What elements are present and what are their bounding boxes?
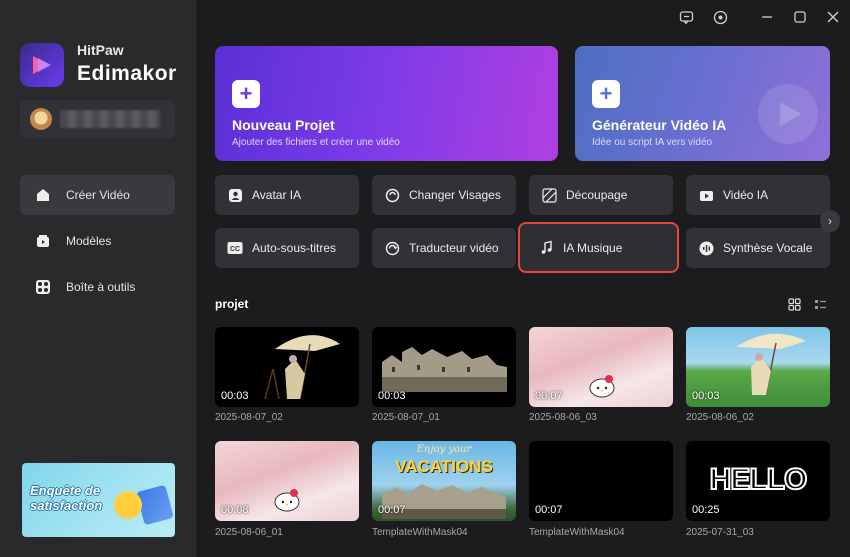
brand-name-line1: HitPaw [77, 42, 124, 58]
tool-changer-visages[interactable]: Changer Visages [372, 175, 516, 215]
project-name: 2025-08-06_02 [686, 412, 754, 423]
sidebar-item-toolbox[interactable]: Boîte à outils [20, 267, 175, 307]
plus-icon: + [232, 80, 260, 108]
sidebar-item-templates[interactable]: Modèles [20, 221, 175, 261]
ai-generator-subtitle: Idée ou script IA vers vidéo [592, 137, 713, 148]
avatar-icon [227, 187, 243, 203]
project-name: 2025-08-06_03 [529, 412, 597, 423]
new-project-title: Nouveau Projet [232, 117, 335, 133]
tool-label: Vidéo IA [723, 188, 769, 202]
music-icon [538, 240, 554, 256]
project-thumbnail[interactable]: Enjoy your VACATIONS 00:07 [372, 441, 516, 521]
heart-eyes-emoji-icon [114, 491, 142, 519]
translate-icon [384, 240, 400, 256]
play-decor-icon [758, 84, 818, 144]
project-name: 2025-08-06_01 [215, 527, 283, 538]
face-swap-icon [384, 187, 400, 203]
project-name: 2025-08-07_01 [372, 412, 440, 423]
project-name: 2025-08-07_02 [215, 412, 283, 423]
app-window: HitPaw Edimakor Créer Vidéo Modèles Boît… [0, 0, 850, 557]
banner-text: Enquête de satisfaction [30, 483, 103, 513]
tool-label: Découpage [566, 188, 628, 202]
voice-icon [698, 240, 714, 256]
grid-view-icon[interactable] [787, 297, 801, 311]
tool-decoupage[interactable]: Découpage [529, 175, 673, 215]
tool-label: Auto-sous-titres [252, 241, 337, 255]
cutout-icon [541, 187, 557, 203]
project-name: TemplateWithMask04 [529, 527, 625, 538]
duration-label: 00:07 [535, 390, 563, 402]
tool-ia-musique[interactable]: IA Musique [518, 222, 679, 273]
project-thumbnail[interactable]: 00:07 [529, 441, 673, 521]
sidebar-item-label: Boîte à outils [66, 280, 136, 294]
sidebar: HitPaw Edimakor Créer Vidéo Modèles Boît… [0, 0, 196, 557]
overlay-title-text: VACATIONS [395, 457, 493, 476]
overlay-title-text: HELLO [709, 462, 809, 497]
svg-text:CC: CC [230, 246, 240, 253]
hello-kitty-image [274, 489, 300, 512]
new-project-subtitle: Ajouter des fichiers et créer une vidéo [232, 137, 400, 148]
toolbox-icon [34, 278, 52, 296]
tool-label: Traducteur vidéo [409, 241, 499, 255]
tool-traducteur-video[interactable]: Traducteur vidéo [372, 228, 516, 268]
ai-video-generator-card[interactable]: + Générateur Vidéo IA Idée ou script IA … [575, 46, 830, 161]
hello-kitty-image [589, 375, 615, 398]
duration-label: 00:07 [378, 504, 406, 516]
minimize-icon[interactable] [759, 9, 775, 25]
duration-label: 00:03 [692, 390, 720, 402]
ai-generator-title: Générateur Vidéo IA [592, 117, 727, 133]
tool-label: Synthèse Vocale [723, 241, 813, 255]
projects-section-title: projet [215, 297, 249, 311]
duration-label: 00:07 [535, 504, 563, 516]
tool-label: Avatar IA [252, 188, 302, 202]
new-project-card[interactable]: + Nouveau Projet Ajouter des fichiers et… [215, 46, 558, 161]
scroll-right-button[interactable]: › [820, 210, 840, 232]
project-thumbnail[interactable]: 00:03 [372, 327, 516, 407]
tool-label: IA Musique [563, 240, 623, 255]
username-blurred [60, 110, 160, 128]
maximize-icon[interactable] [792, 9, 808, 25]
duration-label: 00:03 [378, 390, 406, 402]
duration-label: 00:25 [692, 504, 720, 516]
templates-icon [34, 232, 52, 250]
settings-icon[interactable] [712, 9, 728, 25]
user-account[interactable] [20, 100, 175, 138]
chevron-right-icon: › [828, 214, 832, 228]
project-name: TemplateWithMask04 [372, 527, 468, 538]
project-thumbnail[interactable]: HELLO 00:25 [686, 441, 830, 521]
tool-auto-sous-titres[interactable]: CC Auto-sous-titres [215, 228, 359, 268]
painting-field-image [736, 333, 806, 395]
project-thumbnail[interactable]: 00:03 [215, 327, 359, 407]
satisfaction-survey-banner[interactable]: Enquête de satisfaction [22, 463, 175, 537]
tool-video-ia[interactable]: Vidéo IA [686, 175, 830, 215]
feedback-icon[interactable] [678, 9, 694, 25]
sidebar-item-create-video[interactable]: Créer Vidéo [20, 175, 175, 215]
project-thumbnail[interactable]: 00:03 [686, 327, 830, 407]
sidebar-item-label: Modèles [66, 234, 112, 248]
duration-label: 00:03 [221, 390, 249, 402]
duration-label: 00:08 [221, 504, 249, 516]
tool-avatar-ia[interactable]: Avatar IA [215, 175, 359, 215]
overlay-subtitle-text: Enjoy your [416, 444, 472, 455]
ai-video-icon [698, 187, 714, 203]
brand-name-line2: Edimakor [77, 62, 177, 85]
tool-label: Changer Visages [409, 188, 501, 202]
painting-woman-image [264, 335, 340, 400]
project-name: 2025-07-31_03 [686, 527, 754, 538]
avatar [30, 108, 52, 130]
plus-icon: + [592, 80, 620, 108]
sidebar-item-label: Créer Vidéo [66, 188, 130, 202]
list-view-icon[interactable] [813, 297, 827, 311]
app-logo [20, 43, 64, 87]
cc-icon: CC [227, 240, 243, 256]
castle-image [382, 347, 507, 392]
tool-synthese-vocale[interactable]: Synthèse Vocale [686, 228, 830, 268]
home-icon [34, 186, 52, 204]
project-thumbnail[interactable]: 00:07 [529, 327, 673, 407]
project-thumbnail[interactable]: 00:08 [215, 441, 359, 521]
close-icon[interactable] [825, 9, 841, 25]
